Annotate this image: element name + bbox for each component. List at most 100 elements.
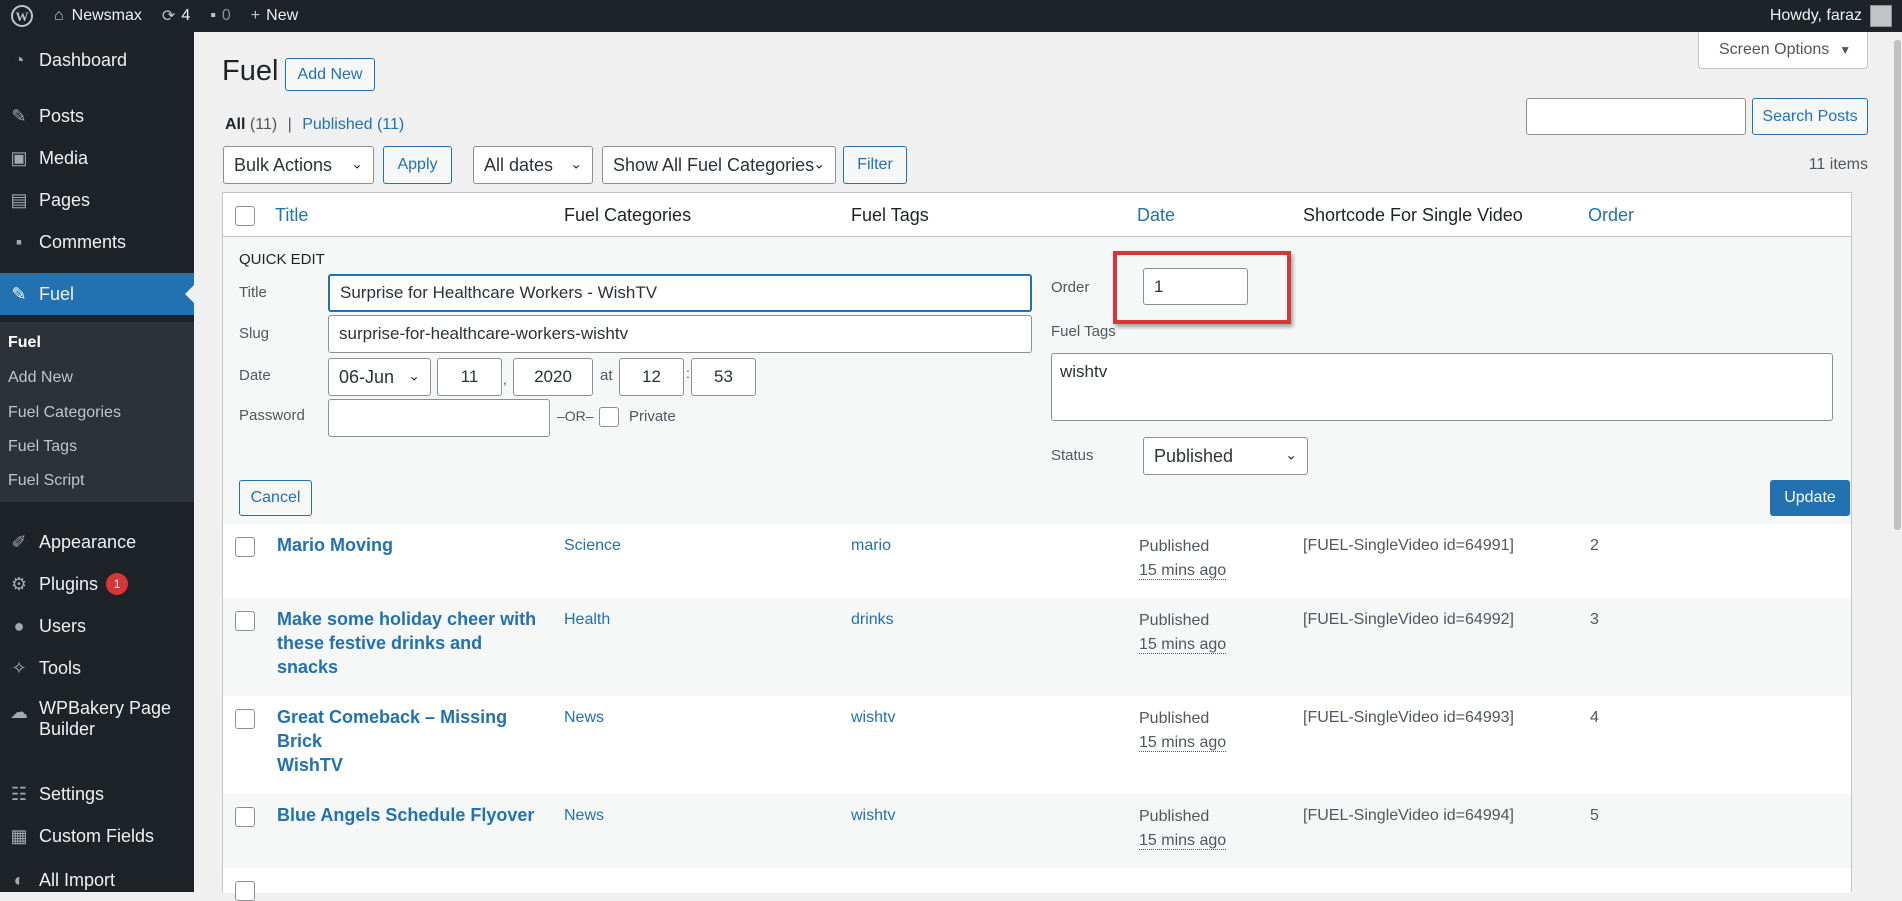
submenu-fuel-script[interactable]: Fuel Script xyxy=(8,472,84,490)
menu-plugins[interactable]: ⚙ Plugins 1 xyxy=(0,566,194,602)
row-checkbox[interactable] xyxy=(235,881,255,901)
month-select[interactable]: 06-Jun ⌄ xyxy=(328,358,431,396)
submenu-fuel-tags[interactable]: Fuel Tags xyxy=(8,438,77,456)
row-checkbox[interactable] xyxy=(235,537,255,557)
screen-options-toggle[interactable]: Screen Options ▼ xyxy=(1698,32,1868,69)
row-tag-link[interactable]: wishtv xyxy=(851,807,895,825)
title-input[interactable]: Surprise for Healthcare Workers - WishTV xyxy=(328,274,1032,312)
row-checkbox[interactable] xyxy=(235,611,255,631)
menu-users[interactable]: ● Users xyxy=(0,608,194,644)
grid-icon: ▦ xyxy=(10,825,28,846)
cancel-button[interactable]: Cancel xyxy=(239,480,312,516)
menu-fuel[interactable]: ✎ Fuel xyxy=(0,273,194,315)
menu-label: Dashboard xyxy=(39,49,128,70)
row-date: Published 15 mins ago xyxy=(1139,535,1227,583)
filter-all-link[interactable]: All xyxy=(225,116,245,133)
column-fuel-categories: Fuel Categories xyxy=(564,205,692,225)
quick-edit-heading: QUICK EDIT xyxy=(239,251,325,268)
scrollbar-thumb[interactable] xyxy=(1894,40,1901,530)
page-scrollbar[interactable] xyxy=(1893,32,1902,892)
row-shortcode: [FUEL-SingleVideo id=64991] xyxy=(1303,537,1514,554)
dates-filter-select[interactable]: All dates ⌄ xyxy=(473,146,593,184)
menu-appearance[interactable]: ✐ Appearance xyxy=(0,524,194,560)
import-icon: ◐ xyxy=(13,869,25,890)
row-tag-link[interactable]: drinks xyxy=(851,611,894,629)
submenu-add-new[interactable]: Add New xyxy=(8,369,73,387)
row-checkbox[interactable] xyxy=(235,709,255,729)
row-time-ago: 15 mins ago xyxy=(1139,636,1227,654)
site-name: Newsmax xyxy=(71,7,142,24)
private-checkbox[interactable] xyxy=(599,407,619,427)
wordpress-logo-icon[interactable]: W xyxy=(0,0,44,32)
slug-input[interactable]: surprise-for-healthcare-workers-wishtv xyxy=(328,315,1032,353)
column-title[interactable]: Title xyxy=(275,205,308,226)
menu-label-line2: Builder xyxy=(39,719,96,739)
search-posts-button[interactable]: Search Posts xyxy=(1752,98,1868,135)
row-tag-link[interactable]: wishtv xyxy=(851,709,895,727)
column-date[interactable]: Date xyxy=(1137,205,1175,226)
comments-link[interactable]: ▪ 0 xyxy=(200,0,241,32)
fuel-tags-value: wishtv xyxy=(1060,362,1108,381)
account-menu[interactable]: Howdy, faraz xyxy=(1760,0,1902,32)
admin-sidebar: ◔ Dashboard ✎ Posts ▣ Media ▤ Pages ▪ Comment… xyxy=(0,32,194,892)
year-input[interactable]: 2020 xyxy=(513,358,593,396)
row-checkbox[interactable] xyxy=(235,807,255,827)
filter-button[interactable]: Filter xyxy=(843,146,907,184)
filter-all-count: (11) xyxy=(249,116,278,133)
minute-input[interactable]: 53 xyxy=(691,358,756,396)
row-category-link[interactable]: News xyxy=(564,709,604,727)
update-button[interactable]: Update xyxy=(1770,480,1850,516)
new-content-link[interactable]: + New xyxy=(241,0,308,32)
updates-link[interactable]: ⟳ 4 xyxy=(152,0,200,32)
or-label: –OR– xyxy=(557,408,594,424)
hour-input[interactable]: 12 xyxy=(619,358,684,396)
date-comma: , xyxy=(503,371,507,387)
row-status: Published xyxy=(1139,538,1210,555)
row-category-link[interactable]: Science xyxy=(564,537,621,555)
categories-filter-select[interactable]: Show All Fuel Categories ⌄ xyxy=(602,146,836,184)
day-input[interactable]: 11 xyxy=(437,358,502,396)
row-date: Published 15 mins ago xyxy=(1139,609,1227,657)
menu-posts[interactable]: ✎ Posts xyxy=(0,98,194,134)
row-title-link[interactable]: Great Comeback – Missing Brick WishTV xyxy=(277,705,537,777)
fuel-submenu: Fuel Add New Fuel Categories Fuel Tags F… xyxy=(0,322,194,502)
menu-custom-fields[interactable]: ▦ Custom Fields xyxy=(0,818,194,854)
fuel-tags-textarea[interactable]: wishtv xyxy=(1051,353,1833,421)
status-select[interactable]: Published ⌄ xyxy=(1143,437,1308,475)
menu-comments[interactable]: ▪ Comments xyxy=(0,224,194,260)
row-title-link[interactable]: Mario Moving xyxy=(277,533,537,557)
menu-all-import[interactable]: ◐ All Import xyxy=(0,862,194,898)
cloud-icon: ☁ xyxy=(10,702,28,722)
menu-wpbakery[interactable]: ☁ WPBakery Page Builder xyxy=(0,698,194,742)
submenu-fuel-categories[interactable]: Fuel Categories xyxy=(8,404,121,422)
select-all-checkbox[interactable] xyxy=(235,206,255,226)
column-order[interactable]: Order xyxy=(1588,205,1634,226)
chevron-down-icon: ⌄ xyxy=(570,155,582,172)
row-category-link[interactable]: News xyxy=(564,807,604,825)
row-title-link[interactable]: Make some holiday cheer with these festiv… xyxy=(277,607,537,679)
menu-dashboard[interactable]: ◔ Dashboard xyxy=(0,42,194,78)
media-icon: ▣ xyxy=(10,147,28,168)
menu-settings[interactable]: ☷ Settings xyxy=(0,776,194,812)
search-input[interactable] xyxy=(1526,98,1746,135)
apply-button[interactable]: Apply xyxy=(383,146,452,184)
title-line1: Mario Moving xyxy=(277,535,393,555)
time-colon: : xyxy=(686,365,690,381)
menu-pages[interactable]: ▤ Pages xyxy=(0,182,194,218)
filter-published-link[interactable]: Published xyxy=(302,116,372,133)
bulk-actions-value: Bulk Actions xyxy=(234,154,333,175)
menu-tools[interactable]: ✧ Tools xyxy=(0,650,194,686)
row-order: 5 xyxy=(1590,807,1599,824)
row-tag-link[interactable]: mario xyxy=(851,537,891,555)
admin-bar: W ⌂ Newsmax ⟳ 4 ▪ 0 + New Howdy, faraz xyxy=(0,0,1902,32)
submenu-fuel[interactable]: Fuel xyxy=(8,334,41,352)
bulk-actions-select[interactable]: Bulk Actions ⌄ xyxy=(223,146,374,184)
column-fuel-tags: Fuel Tags xyxy=(851,205,929,225)
row-date: Published 15 mins ago xyxy=(1139,707,1227,755)
password-input[interactable] xyxy=(328,399,550,437)
row-title-link[interactable]: Blue Angels Schedule Flyover xyxy=(277,803,537,827)
menu-media[interactable]: ▣ Media xyxy=(0,140,194,176)
site-name-link[interactable]: ⌂ Newsmax xyxy=(44,0,152,32)
add-new-button[interactable]: Add New xyxy=(285,58,375,91)
row-category-link[interactable]: Health xyxy=(564,611,610,629)
